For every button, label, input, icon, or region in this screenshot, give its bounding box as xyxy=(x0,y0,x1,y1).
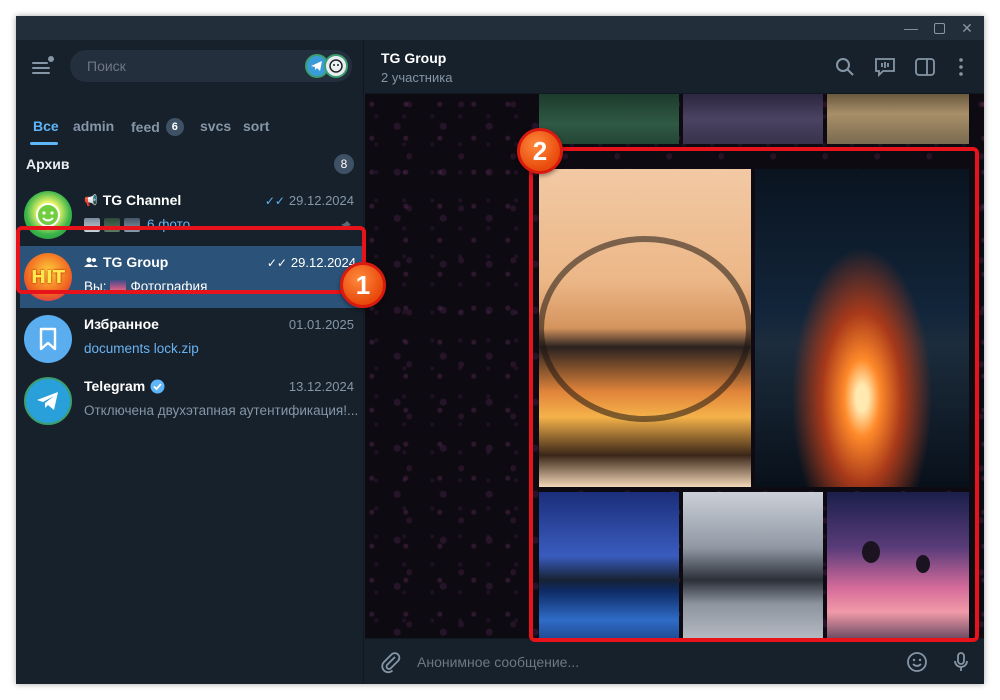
highlight-selected-chat xyxy=(16,226,366,294)
chat-name: 📢 TG Channel xyxy=(84,192,182,208)
message-composer: Анонимное сообщение... xyxy=(365,638,984,684)
chat-date: 13.12.2024 xyxy=(288,379,354,394)
photo-blurred[interactable] xyxy=(683,94,823,144)
tab-svcs[interactable]: svcs xyxy=(200,118,231,134)
tab-feed-badge: 6 xyxy=(165,118,184,136)
chat-name: Telegram xyxy=(84,378,165,394)
archive-count-badge: 8 xyxy=(334,154,354,174)
story-avatar-user[interactable] xyxy=(324,54,348,78)
chat-item-telegram[interactable]: Telegram 13.12.2024 Отключена двухэтапна… xyxy=(16,370,364,432)
tab-active-indicator xyxy=(30,142,58,145)
archive-row[interactable]: Архив 8 xyxy=(26,154,356,174)
chat-preview: documents lock.zip xyxy=(84,341,199,356)
double-check-icon: ✓✓ xyxy=(264,193,285,208)
title-bar: — ✕ xyxy=(16,16,984,40)
chat-date: ✓✓ 29.12.2024 xyxy=(264,193,354,208)
search-input[interactable]: Поиск xyxy=(70,50,352,82)
search-icon[interactable] xyxy=(833,55,857,79)
voice-chat-icon[interactable] xyxy=(873,55,897,79)
archive-label: Архив xyxy=(26,156,70,172)
emoji-icon[interactable] xyxy=(905,650,929,679)
highlight-photo-album xyxy=(529,147,979,642)
megaphone-icon: 📢 xyxy=(84,194,98,207)
attach-icon[interactable] xyxy=(379,650,403,679)
chat-list-sidebar: Поиск Все admin feed 6 svcs sort Архив 8 xyxy=(16,40,364,684)
tab-all[interactable]: Все xyxy=(33,118,59,134)
close-icon[interactable]: ✕ xyxy=(950,16,984,40)
bookmark-icon xyxy=(24,315,72,363)
chat-header: TG Group 2 участника xyxy=(365,40,984,94)
more-options-icon[interactable] xyxy=(949,55,973,79)
chat-title[interactable]: TG Group xyxy=(381,50,446,66)
photo-grass[interactable] xyxy=(827,94,969,144)
tab-admin[interactable]: admin xyxy=(73,118,114,134)
sidebar-toggle-icon[interactable] xyxy=(913,55,937,79)
search-placeholder: Поиск xyxy=(87,58,126,74)
telegram-logo-icon xyxy=(24,377,72,425)
folder-tabs: Все admin feed 6 svcs sort xyxy=(16,118,364,146)
chat-name: Избранное xyxy=(84,316,159,332)
menu-icon[interactable] xyxy=(30,56,54,78)
chat-date: 01.01.2025 xyxy=(288,317,354,332)
callout-1: 1 xyxy=(340,262,386,308)
tab-sort[interactable]: sort xyxy=(243,118,269,134)
microphone-icon[interactable] xyxy=(949,650,973,679)
chat-subtitle: 2 участника xyxy=(381,70,453,85)
message-input[interactable]: Анонимное сообщение... xyxy=(417,654,579,670)
callout-2: 2 xyxy=(517,128,563,174)
telegram-window: — ✕ Поиск Все admin feed 6 svcs sort Арх… xyxy=(16,16,984,684)
photo-forest[interactable] xyxy=(539,94,679,144)
chat-preview: Отключена двухэтапная аутентификация!... xyxy=(84,403,359,418)
tab-feed[interactable]: feed 6 xyxy=(131,118,184,136)
verified-icon xyxy=(150,379,165,393)
chat-item-saved-messages[interactable]: Избранное 01.01.2025 documents lock.zip xyxy=(16,308,364,370)
